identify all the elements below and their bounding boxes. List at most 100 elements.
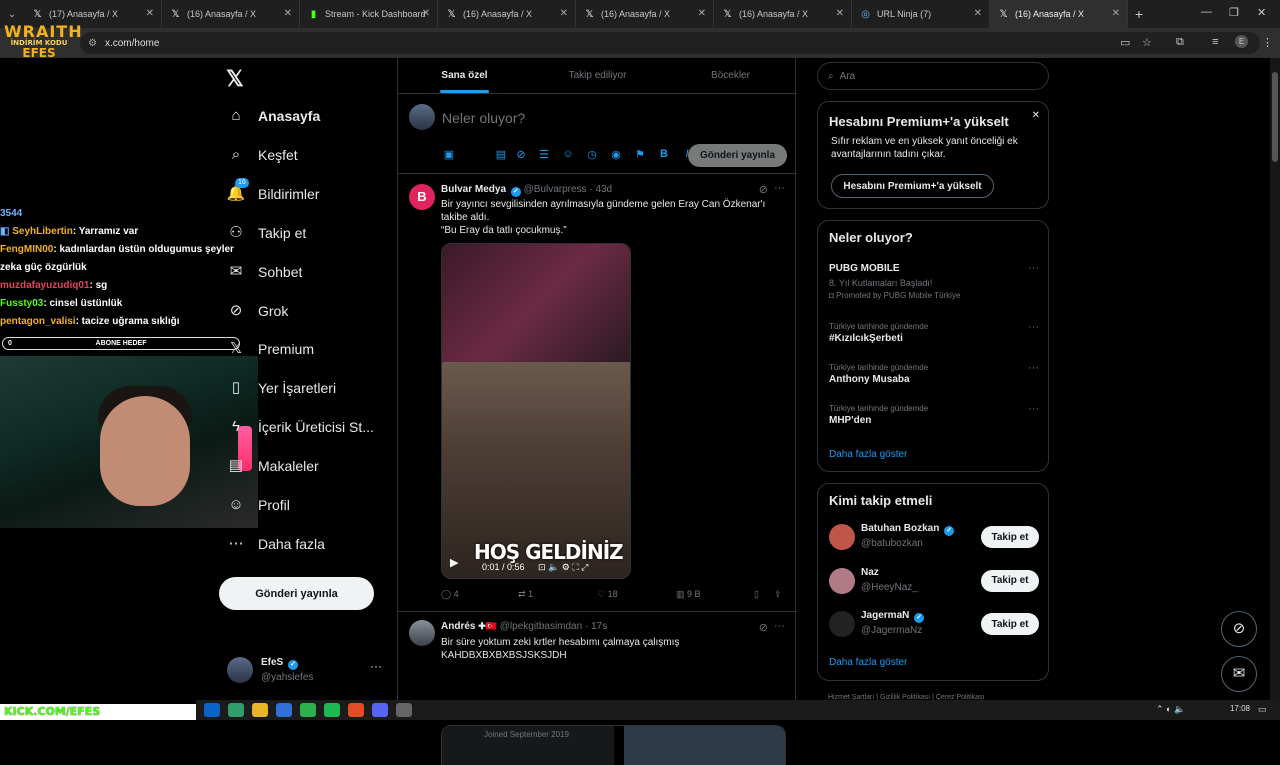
trend-item[interactable]: Türkiye tarihinde gündemde Anthony Musab… (829, 362, 1039, 387)
sidebar-item-11[interactable]: ⋯ Daha fazla (226, 530, 325, 558)
close-tab-icon[interactable]: ✕ (974, 8, 982, 19)
maximize-icon[interactable]: ❐ (1229, 6, 1239, 19)
trend-item[interactable]: Türkiye tarihinde gündemde #KızılcıkŞerb… (829, 321, 1039, 346)
grok-icon[interactable]: ⊘ (759, 621, 768, 634)
follow-button[interactable]: Takip et (981, 526, 1039, 548)
views-button[interactable]: ▥ 9 B (676, 589, 701, 600)
video-controls[interactable]: ⊡ 🔈 ⚙ ⛶ ⤢ (538, 562, 588, 573)
obs-icon[interactable] (396, 703, 412, 717)
flag-icon[interactable]: ⚑ (633, 148, 647, 161)
gif-icon[interactable]: ▤ (494, 148, 508, 161)
post-button[interactable]: Gönderi yayınla (219, 577, 374, 610)
close-tab-icon[interactable]: ✕ (560, 8, 568, 19)
sidebar-item-4[interactable]: ✉ Sohbet (226, 258, 303, 286)
site-info-icon[interactable]: ⚙ (88, 38, 97, 49)
follow-button[interactable]: Takip et (981, 613, 1039, 635)
close-window-icon[interactable]: ✕ (1257, 6, 1266, 19)
browser-tab[interactable]: 𝕏 (16) Anasayfa / X ✕ (990, 0, 1128, 28)
grok-icon[interactable]: ⊘ (759, 183, 768, 196)
feed-tab[interactable]: Sana özel (398, 58, 531, 93)
sidebar-item-0[interactable]: ⌂ Anasayfa (226, 102, 320, 130)
close-tab-icon[interactable]: ✕ (422, 8, 430, 19)
play-icon[interactable]: ▶ (450, 556, 464, 570)
spotify-icon[interactable] (324, 703, 340, 717)
messages-fab[interactable]: ✉ (1221, 656, 1257, 692)
close-tab-icon[interactable]: ✕ (146, 8, 154, 19)
close-tab-icon[interactable]: ✕ (698, 8, 706, 19)
sidebar-item-9[interactable]: ▤ Makaleler (226, 452, 319, 480)
tab-search-icon[interactable]: ⌄ (0, 9, 24, 20)
like-button[interactable]: ♡ 18 (597, 589, 618, 600)
x-logo-icon[interactable]: 𝕏 (226, 66, 244, 92)
tweet-media[interactable]: Joined September 2019 (441, 725, 786, 765)
tweet-time[interactable]: 17s (591, 621, 607, 632)
tweet-video[interactable]: ▶ HOŞ GELDİNİZ 0:01 / 0:56 ⊡ 🔈 ⚙ ⛶ ⤢ (441, 243, 631, 579)
compose-input[interactable]: Neler oluyor? (442, 110, 525, 126)
cast-icon[interactable]: ▭ (1120, 36, 1130, 49)
grok-fab[interactable]: ⊘ (1221, 611, 1257, 647)
follow-button[interactable]: Takip et (981, 569, 1039, 592)
discord-icon[interactable] (372, 703, 388, 717)
suggestion-item[interactable]: Naz @HeeyNaz_ Takip et (829, 565, 1041, 597)
app-icon[interactable] (300, 703, 316, 717)
repost-button[interactable]: ⇄ 1 (518, 589, 533, 600)
bookmark-star-icon[interactable]: ☆ (1142, 36, 1152, 49)
browser-tab[interactable]: ◎ URL Ninja (7) ✕ (852, 0, 990, 28)
browser-tab[interactable]: ▮ Stream - Kick Dashboard ✕ (300, 0, 438, 28)
close-tab-icon[interactable]: ✕ (284, 8, 292, 19)
scrollbar[interactable] (1270, 58, 1280, 700)
new-tab-button[interactable]: + (1128, 6, 1150, 22)
close-tab-icon[interactable]: ✕ (836, 8, 844, 19)
sidebar-item-8[interactable]: ϟ İçerik Üreticisi St... (226, 413, 374, 441)
browser-tab[interactable]: 𝕏 (16) Anasayfa / X ✕ (576, 0, 714, 28)
tweet[interactable]: B Bulvar Medya ✓ @Bulvarpress · 43d ⊘ ··… (398, 174, 797, 612)
sidebar-item-10[interactable]: ☺ Profil (226, 491, 290, 519)
media-icon[interactable]: ≡ (1212, 36, 1218, 48)
poll-icon[interactable]: ☰ (537, 148, 551, 161)
trend-item[interactable]: PUBG MOBILE 8. Yıl Kutlamaları Başladı! … (829, 262, 1039, 301)
sidebar-item-5[interactable]: ⊘ Grok (226, 297, 289, 325)
app-icon[interactable] (228, 703, 244, 717)
more-dots-icon[interactable]: ··· (1028, 403, 1039, 415)
close-icon[interactable]: ✕ (1032, 110, 1040, 121)
profile-avatar[interactable]: E (1235, 35, 1248, 48)
sidebar-item-6[interactable]: 𝕏 Premium (226, 335, 314, 363)
bold-icon[interactable]: B (657, 148, 671, 160)
image-icon[interactable]: ▣ (442, 148, 456, 161)
feed-tab[interactable]: Takip ediliyor (531, 58, 664, 93)
bookmark-icon[interactable]: ▯ (754, 589, 759, 600)
notification-icon[interactable]: ▭ (1258, 704, 1267, 715)
compose-post-button[interactable]: Gönderi yayınla (688, 144, 787, 167)
chrome-icon[interactable] (348, 703, 364, 717)
more-dots-icon[interactable]: ··· (774, 182, 785, 194)
suggestion-item[interactable]: JagermaN ✓ @JagermaNz Takip et (829, 608, 1041, 640)
address-bar[interactable]: ⚙ x.com/home (80, 32, 1260, 54)
browser-tab[interactable]: 𝕏 (16) Anasayfa / X ✕ (438, 0, 576, 28)
reply-button[interactable]: ◯ 4 (441, 589, 459, 600)
sidebar-item-3[interactable]: ⚇ Takip et (226, 219, 306, 247)
extensions-icon[interactable]: ⧉ (1176, 36, 1184, 49)
browser-tab[interactable]: 𝕏 (16) Anasayfa / X ✕ (162, 0, 300, 28)
tweet-time[interactable]: 43d (595, 184, 612, 195)
search-input[interactable]: ⌕ Ara (817, 62, 1049, 90)
app-icon[interactable] (276, 703, 292, 717)
close-tab-icon[interactable]: ✕ (1112, 8, 1120, 19)
schedule-icon[interactable]: ◷ (585, 148, 599, 161)
premium-button[interactable]: Hesabını Premium+'a yükselt (831, 174, 994, 198)
menu-dots-icon[interactable]: ⋮ (1262, 36, 1273, 49)
more-dots-icon[interactable]: ··· (370, 659, 382, 673)
more-dots-icon[interactable]: ··· (1028, 321, 1039, 333)
account-switcher[interactable]: EfeS ✓ @yahslefes ··· (227, 655, 387, 687)
tray-icons[interactable]: ⌃ ◐ 🔈 (1156, 704, 1185, 715)
feed-tab[interactable]: Böcekler (664, 58, 797, 93)
emoji-icon[interactable]: ☺ (561, 148, 575, 160)
sidebar-item-1[interactable]: ⌕ Keşfet (226, 141, 298, 169)
more-dots-icon[interactable]: ··· (1028, 362, 1039, 374)
folder-icon[interactable] (252, 703, 268, 717)
location-icon[interactable]: ◉ (609, 148, 623, 161)
browser-tab[interactable]: 𝕏 (16) Anasayfa / X ✕ (714, 0, 852, 28)
trend-item[interactable]: Türkiye tarihinde gündemde MHP'den ··· (829, 403, 1039, 428)
more-dots-icon[interactable]: ··· (774, 620, 785, 632)
minimize-icon[interactable]: — (1201, 6, 1212, 18)
show-more-trends-link[interactable]: Daha fazla göster (829, 449, 907, 460)
